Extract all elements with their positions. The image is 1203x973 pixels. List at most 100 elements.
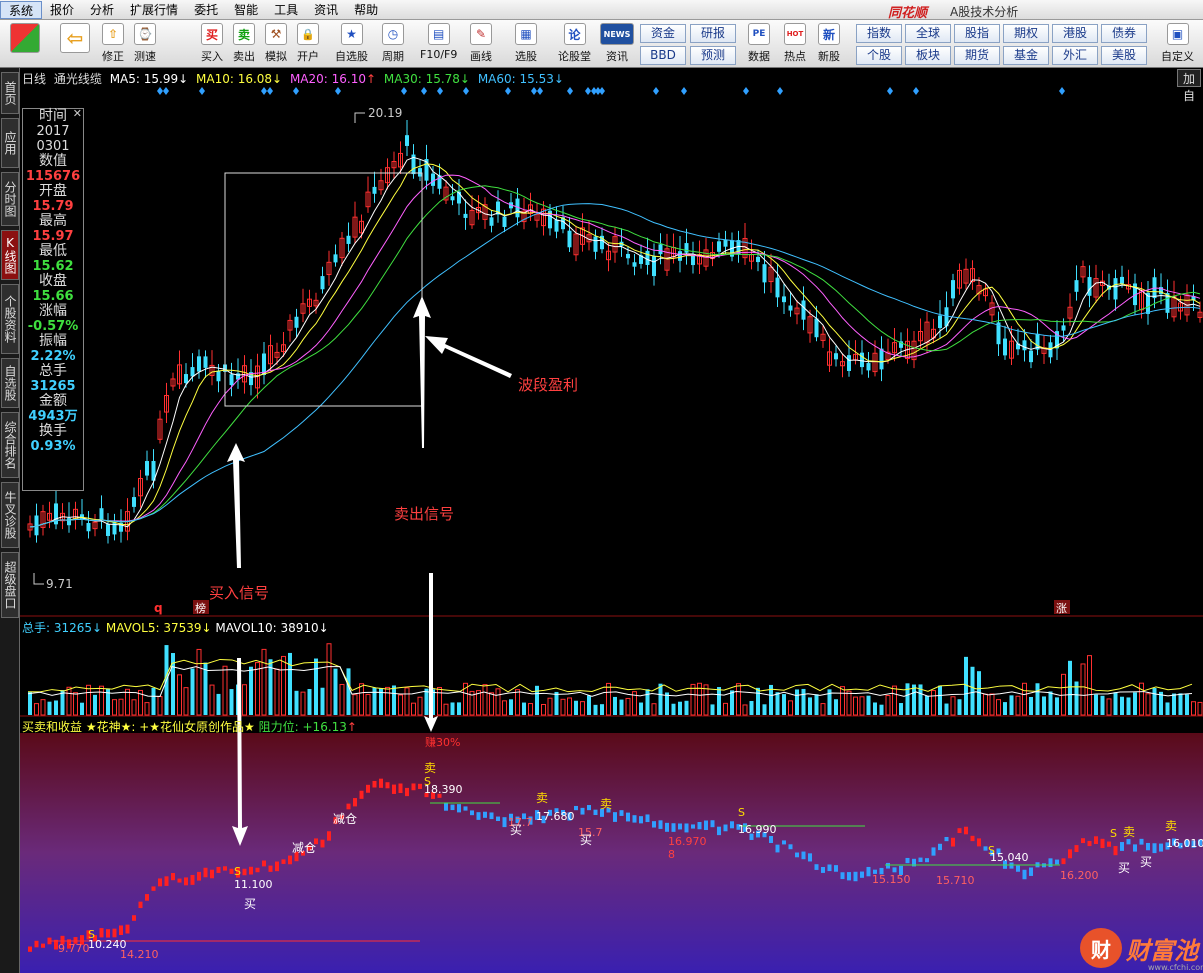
sector-button[interactable]: 板块 — [905, 46, 951, 65]
side-tab-kline[interactable]: K线图 — [1, 230, 19, 280]
volume-bar-down — [1100, 695, 1105, 715]
menu-system[interactable]: 系统 — [0, 0, 43, 19]
side-tab-timeshare[interactable]: 分时图 — [1, 172, 19, 226]
speedtest-button[interactable]: ⌚ 测速 — [134, 23, 156, 67]
volume-bar-down — [957, 699, 962, 715]
menu-help[interactable]: 帮助 — [346, 1, 386, 19]
period-label[interactable]: 日线 — [22, 72, 46, 86]
side-tab-ranking[interactable]: 综合排名 — [1, 412, 19, 478]
forex-button[interactable]: 外汇 — [1052, 46, 1098, 65]
indicator-bar — [210, 869, 214, 879]
ind-val-16: 14.210 — [120, 948, 159, 961]
menu-quote[interactable]: 报价 — [42, 1, 82, 19]
volume-bar-down — [450, 702, 455, 715]
sell-button[interactable]: 卖卖出 — [233, 23, 255, 67]
hk-stock-button[interactable]: 港股 — [1052, 24, 1098, 43]
signal-diamond — [157, 87, 163, 95]
indicator-name[interactable]: 买卖和收益 — [22, 720, 82, 734]
volume-bar-up — [853, 696, 858, 716]
ma5-arrow: ↓ — [178, 72, 189, 86]
forum-button[interactable]: 论论股堂 — [558, 23, 591, 67]
us-stock-button[interactable]: 美股 — [1101, 46, 1147, 65]
volume-bar-down — [1165, 702, 1170, 715]
options-button[interactable]: 期权 — [1003, 24, 1049, 43]
news-button[interactable]: NEWS 资讯 — [600, 23, 634, 67]
volume-bar-up — [1022, 682, 1027, 716]
indicator-bar — [1152, 843, 1157, 854]
side-tab-order-book[interactable]: 超级盘口 — [1, 552, 19, 618]
side-tab-profile[interactable]: 个股资料 — [1, 284, 19, 354]
futures-button[interactable]: 期货 — [954, 46, 1000, 65]
single-stock-button[interactable]: 个股 — [856, 46, 902, 65]
menu-order[interactable]: 委托 — [186, 1, 226, 19]
data-button[interactable]: PE 数据 — [748, 23, 770, 67]
menu-tools[interactable]: 工具 — [266, 1, 306, 19]
index-button[interactable]: 指数 — [856, 24, 902, 43]
indicator-bar — [918, 857, 923, 862]
indicator-bar — [327, 831, 331, 841]
period-button[interactable]: ◷ 周期 — [382, 23, 404, 67]
indicator-bar — [418, 783, 422, 789]
volume-bar-up — [515, 689, 520, 716]
kline-chart-area[interactable]: 20.19 9.71 波段盈利 卖出信号 买入信号 q 榜 涨 赚30% 卖 S… — [20, 68, 1203, 973]
open-account-button[interactable]: 🔒 开户 — [297, 23, 319, 67]
mutual-fund-button[interactable]: 基金 — [1003, 46, 1049, 65]
candle-body-down — [879, 348, 884, 370]
close-icon[interactable]: ✕ — [73, 107, 82, 120]
indicator-bar — [697, 822, 702, 830]
indicator-bar — [1113, 846, 1118, 856]
menu-smart[interactable]: 智能 — [226, 1, 266, 19]
side-tab-home[interactable]: 首页 — [1, 72, 19, 114]
signal-diamond — [335, 87, 341, 95]
indicator-bar — [1022, 869, 1027, 880]
kline-svg[interactable]: 20.19 9.71 波段盈利 卖出信号 买入信号 q 榜 涨 赚30% 卖 S… — [20, 68, 1203, 973]
candle-body-down — [567, 230, 572, 248]
mavol10-line — [27, 666, 1193, 697]
bond-button[interactable]: 债券 — [1101, 24, 1147, 43]
buy-button[interactable]: 买买入 — [201, 23, 223, 67]
volume-bar-up — [404, 687, 410, 716]
indicator-bar — [723, 824, 728, 832]
menu-analysis[interactable]: 分析 — [82, 1, 122, 19]
layout-button[interactable] — [10, 23, 40, 67]
side-tab-watchlist[interactable]: 自选股 — [1, 358, 19, 408]
research-button[interactable]: 研报 — [690, 24, 736, 43]
signal-diamond — [567, 87, 573, 95]
ind-val-2: 17.680 — [536, 810, 575, 823]
add-watchlist-button[interactable]: 加自 — [1177, 69, 1201, 103]
indicator-bar — [1016, 865, 1020, 872]
signal-diamond — [913, 87, 919, 95]
fix-button[interactable]: ⇧ 修正 — [102, 23, 124, 67]
hot-button[interactable]: HOT 热点 — [784, 23, 806, 67]
volume-bar-up — [144, 702, 150, 716]
volume-bar-down — [762, 704, 767, 715]
signal-diamond — [585, 87, 591, 95]
ind-reduce-1: 减仓 — [292, 841, 316, 855]
ipo-button[interactable]: 新新股 — [818, 23, 840, 67]
simulate-button[interactable]: ⚒ 模拟 — [265, 23, 287, 67]
high-label-info: 最高 — [39, 213, 67, 229]
volume-bar-down — [1003, 702, 1007, 715]
indicator-bar — [489, 812, 494, 820]
menu-news[interactable]: 资讯 — [306, 1, 346, 19]
stock-index-button[interactable]: 股指 — [954, 24, 1000, 43]
forecast-button[interactable]: 预测 — [690, 46, 736, 65]
ind-buy-5: 买 — [1140, 855, 1152, 869]
f10-button[interactable]: ▤ F10/F9 — [420, 23, 457, 67]
bbd-button[interactable]: BBD — [640, 46, 686, 65]
menu-ext-market[interactable]: 扩展行情 — [122, 1, 186, 19]
candle-body-down — [756, 256, 760, 263]
customize-button[interactable]: ▣ 自定义 — [1161, 23, 1194, 67]
indicator-bar — [801, 851, 806, 860]
fund-button[interactable]: 资金 — [640, 24, 686, 43]
volume-bar-down — [54, 700, 58, 715]
stock-picker-button[interactable]: ▦ 选股 — [515, 23, 537, 67]
side-tab-diagnose[interactable]: 牛叉诊股 — [1, 482, 19, 548]
side-tab-apps[interactable]: 应用 — [1, 118, 19, 168]
global-button[interactable]: 全球 — [905, 24, 951, 43]
indicator-bar — [834, 865, 838, 872]
back-button[interactable]: ⇦ — [60, 23, 90, 67]
volume-bar-up — [996, 699, 1001, 716]
watchlist-button[interactable]: ★ 自选股 — [335, 23, 368, 67]
draw-line-button[interactable]: ✎ 画线 — [470, 23, 492, 67]
